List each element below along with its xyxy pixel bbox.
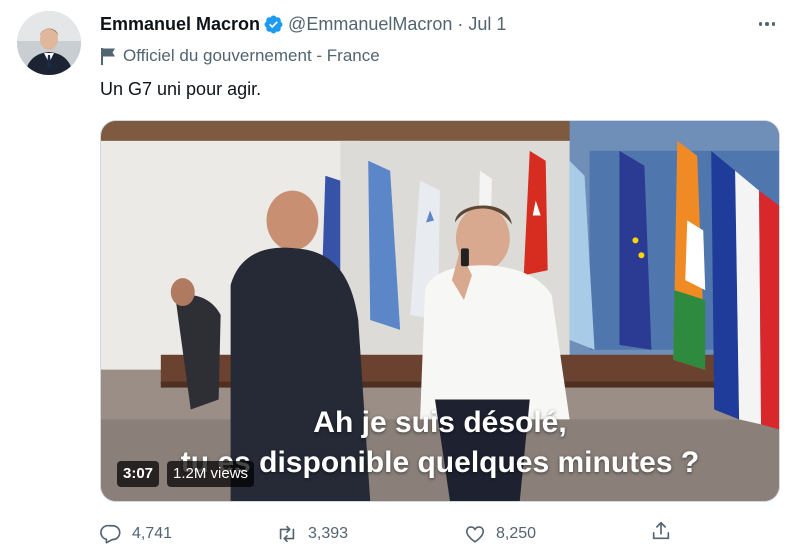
account-label-text: Officiel du gouvernement - France [123,46,380,65]
tweet-actions: 4,741 3,393 8,250 [100,520,680,548]
author-handle[interactable]: @EmmanuelMacron [288,12,452,36]
share-button[interactable] [650,520,672,542]
tweet-text: Un G7 uni pour agir. [100,79,262,99]
avatar-photo [17,11,81,75]
video-player[interactable]: Ah je suis désolé, tu es disponible quel… [100,120,780,502]
retweet-count: 3,393 [308,525,349,542]
author-name[interactable]: Emmanuel Macron [100,12,260,36]
government-flag-icon [101,47,115,65]
like-icon [465,526,485,543]
video-subtitle-line-1: Ah je suis désolé, [313,406,567,439]
reply-count: 4,741 [132,525,173,542]
tweet-header: Emmanuel Macron @EmmanuelMacron · Jul 1 [100,12,506,36]
separator-dot: · [457,14,464,34]
video-duration: 3:07 [117,461,160,487]
video-views: 1.2M views [167,461,255,487]
more-icon[interactable] [756,14,778,34]
verified-badge-icon [264,15,283,33]
tweet-date[interactable]: Jul 1 [468,12,506,36]
like-button[interactable]: 8,250 [464,520,536,548]
retweet-icon [279,525,295,543]
tweet: Emmanuel Macron @EmmanuelMacron · Jul 1 … [0,0,806,553]
reply-icon [100,524,121,544]
retweet-button[interactable]: 3,393 [276,520,348,548]
like-count: 8,250 [496,525,537,542]
account-label[interactable]: Officiel du gouvernement - France [100,44,380,68]
share-icon [652,521,670,540]
avatar[interactable] [17,11,81,75]
reply-button[interactable]: 4,741 [100,520,172,548]
